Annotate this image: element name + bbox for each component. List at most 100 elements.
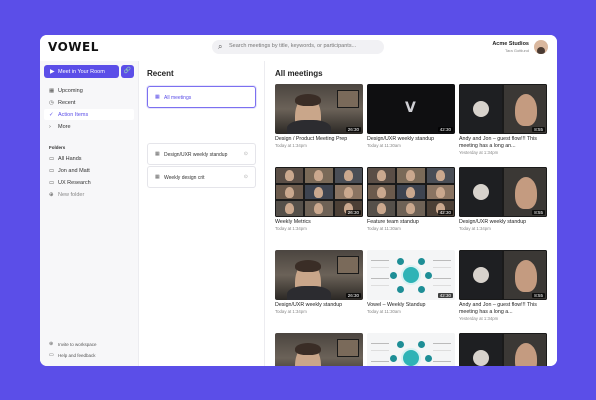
participant-hair: [295, 260, 321, 272]
meeting-card[interactable]: 42:30 Feature team standup Today at 11:30a…: [367, 167, 455, 247]
meeting-title[interactable]: Feature team standup: [367, 219, 455, 226]
help-button[interactable]: ▭ Help and feedback: [44, 350, 134, 360]
sidebar-item-label: Upcoming: [58, 87, 83, 94]
folder-label: All Hands: [58, 155, 82, 162]
participant-video: [515, 260, 537, 292]
participant-body: [287, 286, 331, 300]
meet-in-room-button[interactable]: ▶ Meet in Your Room: [44, 65, 119, 78]
meeting-card[interactable]: [367, 333, 455, 366]
participant-face: [285, 170, 294, 181]
meeting-card[interactable]: 26:30 Design/UXR weekly standup Today at 1…: [275, 250, 363, 330]
folders-heading: Folders: [49, 145, 66, 150]
avatar[interactable]: [534, 40, 548, 54]
meeting-card[interactable]: 42:30 Vowel – Weekly Standup Today at 11:3…: [367, 250, 455, 330]
meeting-card[interactable]: [459, 333, 547, 366]
meeting-thumbnail[interactable]: 26:30: [275, 250, 363, 300]
participant-avatar: [473, 184, 489, 200]
meeting-thumbnail[interactable]: [275, 333, 363, 366]
meeting-card[interactable]: 26:30 Design / Product Meeting Prep Today …: [275, 84, 363, 164]
participant-video: [515, 177, 537, 209]
folder-icon: ▭: [49, 179, 55, 186]
diagram-label: [433, 260, 451, 268]
meeting-thumbnail[interactable]: [459, 333, 547, 366]
meeting-time: Today at 1:34pm: [275, 309, 307, 314]
sidebar-item-recent[interactable]: ◷ Recent: [44, 97, 134, 108]
invite-icon: ⊕: [49, 341, 54, 347]
meeting-time: Yesterday at 1:34pm: [459, 149, 499, 155]
vowel-logo-icon: V: [405, 100, 416, 116]
folder-item-ux-research[interactable]: ▭ UX Research: [44, 177, 134, 188]
diagram-node: [390, 355, 397, 362]
recent-item-all-meetings[interactable]: ▦ All meetings: [147, 86, 256, 108]
new-folder-button[interactable]: ⊕ New folder: [44, 189, 134, 200]
meeting-card[interactable]: 8:55 Design/UXR weekly standup Today at 1:…: [459, 167, 547, 247]
meeting-thumbnail[interactable]: [367, 333, 455, 366]
vowel-logo[interactable]: VOWEL: [48, 40, 99, 54]
meeting-card[interactable]: 26:30 Weekly Metrics Today at 1:34pm: [275, 167, 363, 247]
folder-item-jon-and-matt[interactable]: ▭ Jon and Matt: [44, 165, 134, 176]
meeting-card[interactable]: [275, 333, 363, 366]
meeting-title[interactable]: Design/UXR weekly standup: [459, 219, 547, 226]
diagram-node: [425, 272, 432, 279]
diagram-label: [371, 343, 389, 351]
diagram-label: [371, 260, 389, 268]
folder-icon: ▭: [49, 155, 55, 162]
meeting-title[interactable]: Andy and Jon – guest flow!!! This meetin…: [459, 302, 547, 315]
invite-button[interactable]: ⊕ Invite to workspace: [44, 339, 134, 349]
meeting-thumbnail[interactable]: 42:30: [367, 250, 455, 300]
meeting-thumbnail[interactable]: 8:55: [459, 250, 547, 300]
sidebar-item-upcoming[interactable]: ▦ Upcoming: [44, 85, 134, 96]
meeting-title[interactable]: Andy and Jon – guest flow!!! This meetin…: [459, 136, 547, 149]
sidebar-item-label: Action Items: [58, 111, 89, 118]
meeting-card[interactable]: 8:55 Andy and Jon – guest flow!!! This me…: [459, 84, 547, 164]
duration-badge: 42:30: [437, 210, 453, 215]
meeting-thumbnail[interactable]: 26:30: [275, 167, 363, 217]
folder-item-all-hands[interactable]: ▭ All Hands: [44, 153, 134, 164]
plus-icon: ⊕: [49, 191, 54, 198]
sidebar-item-more[interactable]: › More: [44, 121, 134, 132]
page-title: All meetings: [275, 69, 323, 78]
meeting-thumbnail[interactable]: 42:30: [367, 167, 455, 217]
chat-icon: ▭: [49, 352, 54, 358]
recent-title: Recent: [147, 69, 174, 78]
meeting-time: Today at 11:30am: [367, 226, 401, 231]
diagram-label: [371, 361, 389, 366]
diagram-node: [397, 258, 404, 265]
meeting-title[interactable]: Design/UXR weekly standup: [367, 136, 455, 143]
meeting-thumbnail[interactable]: 8:55: [459, 167, 547, 217]
org-info[interactable]: Acme Studios Tara Gottlund: [492, 41, 529, 53]
diagram-node: [397, 341, 404, 348]
sidebar: ▶ Meet in Your Room 🔗 ▦ Upcoming ◷ Recen…: [40, 61, 139, 366]
meeting-title[interactable]: Vowel – Weekly Standup: [367, 302, 455, 309]
meeting-time: Today at 1:34pm: [275, 226, 307, 231]
folder-label: Jon and Matt: [58, 167, 90, 174]
meeting-title[interactable]: Design/UXR weekly standup: [275, 302, 363, 309]
diagram-hub: [401, 265, 421, 285]
pin-icon[interactable]: ⊙: [244, 151, 248, 157]
calendar-icon: ▦: [155, 94, 160, 100]
participant-face: [406, 203, 416, 215]
pin-icon[interactable]: ⊙: [244, 174, 248, 180]
meeting-thumbnail[interactable]: 26:30: [275, 84, 363, 134]
org-name: Acme Studios: [492, 41, 529, 47]
meeting-title[interactable]: Design / Product Meeting Prep: [275, 136, 363, 143]
participant-face: [314, 170, 324, 181]
main-content: All meetings 26:30 Design / Product Meeti…: [266, 61, 557, 366]
search-icon: ⌕: [218, 42, 223, 51]
help-label: Help and feedback: [58, 352, 96, 358]
search-input[interactable]: ⌕ Search meetings by title, keywords, or…: [212, 40, 384, 54]
copy-link-button[interactable]: 🔗: [121, 65, 134, 78]
participant-face: [435, 170, 445, 181]
participant-face: [377, 186, 386, 198]
meeting-card[interactable]: V 42:30 Design/UXR weekly standup Today at …: [367, 84, 455, 164]
participant-face: [314, 186, 324, 198]
meeting-thumbnail[interactable]: 8:55: [459, 84, 547, 134]
meeting-thumbnail[interactable]: V 42:30: [367, 84, 455, 134]
sidebar-item-action-items[interactable]: ✓ Action Items: [44, 109, 134, 120]
participant-body: [287, 120, 331, 134]
app-window: VOWEL ⌕ Search meetings by title, keywor…: [40, 35, 557, 366]
recent-item-design-uxr[interactable]: ▦ Design/UXR weekly standup ⊙: [147, 143, 256, 165]
meeting-title[interactable]: Weekly Metrics: [275, 219, 363, 226]
meeting-card[interactable]: 8:55 Andy and Jon – guest flow!!! This me…: [459, 250, 547, 330]
recent-item-design-crit[interactable]: ▦ Weekly design crit ⊙: [147, 166, 256, 188]
